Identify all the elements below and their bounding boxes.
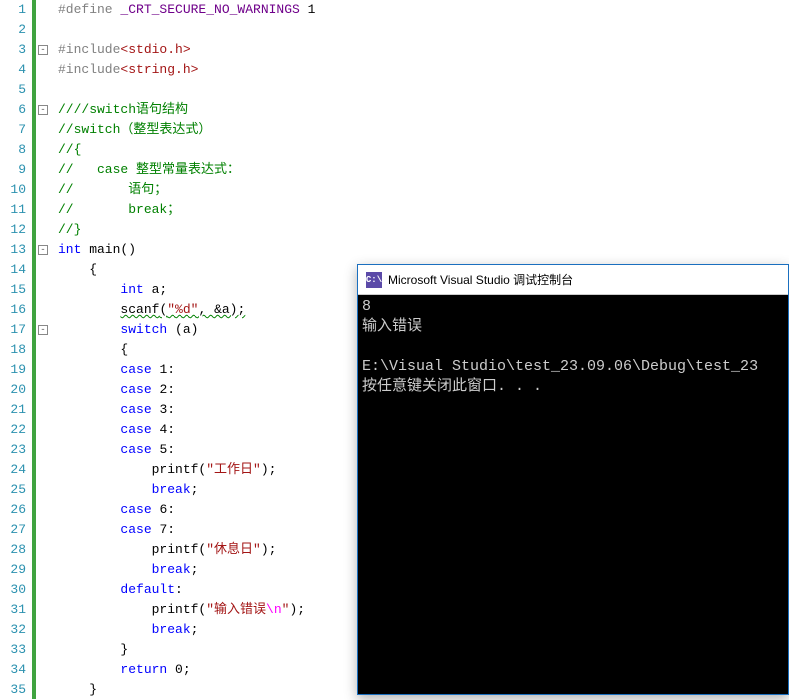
line-number: 12 bbox=[0, 220, 30, 240]
line-number: 27 bbox=[0, 520, 30, 540]
line-number: 16 bbox=[0, 300, 30, 320]
line-number: 20 bbox=[0, 380, 30, 400]
line-number-gutter: 1 2 3 4 5 6 7 8 9 10 11 12 13 14 15 16 1… bbox=[0, 0, 32, 699]
line-number: 3 bbox=[0, 40, 30, 60]
line-number: 18 bbox=[0, 340, 30, 360]
code-line: #include<string.h> bbox=[58, 60, 789, 80]
console-output[interactable]: 8 输入错误 E:\Visual Studio\test_23.09.06\De… bbox=[358, 295, 788, 694]
line-number: 25 bbox=[0, 480, 30, 500]
code-line: // case 整型常量表达式： bbox=[58, 160, 789, 180]
line-number: 19 bbox=[0, 360, 30, 380]
fold-toggle-icon[interactable]: - bbox=[38, 45, 48, 55]
line-number: 6 bbox=[0, 100, 30, 120]
code-line: //} bbox=[58, 220, 789, 240]
line-number: 5 bbox=[0, 80, 30, 100]
line-number: 34 bbox=[0, 660, 30, 680]
code-line: //{ bbox=[58, 140, 789, 160]
line-number: 9 bbox=[0, 160, 30, 180]
code-line: #define _CRT_SECURE_NO_WARNINGS 1 bbox=[58, 0, 789, 20]
line-number: 33 bbox=[0, 640, 30, 660]
code-line bbox=[58, 80, 789, 100]
line-number: 35 bbox=[0, 680, 30, 700]
line-number: 13 bbox=[0, 240, 30, 260]
line-number: 31 bbox=[0, 600, 30, 620]
code-line: // 语句； bbox=[58, 180, 789, 200]
line-number: 2 bbox=[0, 20, 30, 40]
line-number: 22 bbox=[0, 420, 30, 440]
code-line: int main() bbox=[58, 240, 789, 260]
line-number: 15 bbox=[0, 280, 30, 300]
fold-toggle-icon[interactable]: - bbox=[38, 105, 48, 115]
line-number: 29 bbox=[0, 560, 30, 580]
line-number: 14 bbox=[0, 260, 30, 280]
line-number: 11 bbox=[0, 200, 30, 220]
code-line bbox=[58, 20, 789, 40]
code-line: // break； bbox=[58, 200, 789, 220]
line-number: 1 bbox=[0, 0, 30, 20]
console-icon: C:\ bbox=[366, 272, 382, 288]
code-line: //switch（整型表达式） bbox=[58, 120, 789, 140]
line-number: 17 bbox=[0, 320, 30, 340]
line-number: 10 bbox=[0, 180, 30, 200]
line-number: 30 bbox=[0, 580, 30, 600]
fold-toggle-icon[interactable]: - bbox=[38, 245, 48, 255]
line-number: 28 bbox=[0, 540, 30, 560]
console-title: Microsoft Visual Studio 调试控制台 bbox=[388, 271, 573, 288]
line-number: 26 bbox=[0, 500, 30, 520]
line-number: 21 bbox=[0, 400, 30, 420]
line-number: 24 bbox=[0, 460, 30, 480]
line-number: 8 bbox=[0, 140, 30, 160]
fold-marker-column: - - - - bbox=[32, 0, 50, 699]
code-line: ////switch语句结构 bbox=[58, 100, 789, 120]
line-number: 23 bbox=[0, 440, 30, 460]
line-number: 4 bbox=[0, 60, 30, 80]
debug-console-window[interactable]: C:\ Microsoft Visual Studio 调试控制台 8 输入错误… bbox=[357, 264, 789, 695]
console-titlebar[interactable]: C:\ Microsoft Visual Studio 调试控制台 bbox=[358, 265, 788, 295]
line-number: 32 bbox=[0, 620, 30, 640]
line-number: 7 bbox=[0, 120, 30, 140]
code-line: #include<stdio.h> bbox=[58, 40, 789, 60]
fold-toggle-icon[interactable]: - bbox=[38, 325, 48, 335]
